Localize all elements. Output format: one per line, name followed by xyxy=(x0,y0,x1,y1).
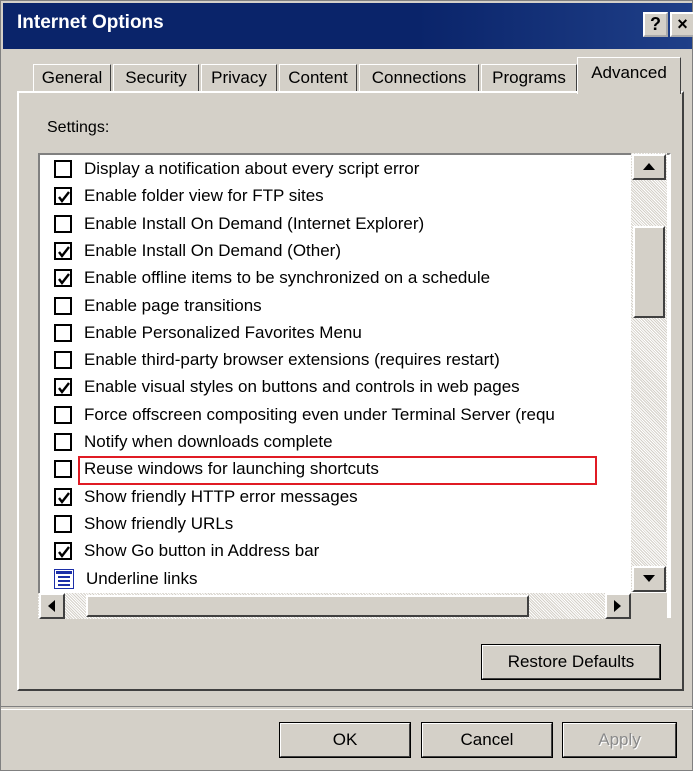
tab-connections[interactable]: Connections xyxy=(359,64,479,92)
horizontal-scroll-thumb[interactable] xyxy=(86,595,529,617)
tab-privacy[interactable]: Privacy xyxy=(201,64,277,92)
settings-item-label: Show friendly HTTP error messages xyxy=(84,486,358,506)
settings-item-label: Notify when downloads complete xyxy=(84,432,333,451)
checkbox[interactable] xyxy=(54,323,72,342)
title-bar[interactable]: Internet Options ? × xyxy=(3,3,693,49)
arrow-up-icon xyxy=(643,163,655,170)
checkbox[interactable] xyxy=(54,460,72,479)
checkmark-icon xyxy=(58,491,70,504)
settings-item[interactable]: Enable page transitions xyxy=(54,294,262,318)
window-title: Internet Options xyxy=(17,12,164,33)
vertical-scrollbar[interactable] xyxy=(631,153,667,592)
checkmark-icon xyxy=(58,546,70,559)
checkmark-icon xyxy=(58,246,70,258)
highlight-box xyxy=(78,456,597,485)
settings-item-label: Show friendly URLs xyxy=(84,513,234,533)
scroll-right-button[interactable] xyxy=(605,593,631,619)
settings-item[interactable]: Enable visual styles on buttons and cont… xyxy=(54,375,520,399)
arrow-right-icon xyxy=(614,600,621,612)
checkmark-icon xyxy=(58,273,70,286)
checkbox[interactable] xyxy=(54,214,72,233)
checkbox[interactable] xyxy=(54,433,72,451)
help-button[interactable]: ? xyxy=(643,12,668,37)
settings-item-label: Enable visual styles on buttons and cont… xyxy=(84,377,520,397)
tab-advanced[interactable]: Advanced xyxy=(577,57,681,94)
settings-item[interactable]: Show friendly URLs xyxy=(54,512,233,536)
settings-item-label: Enable folder view for FTP sites xyxy=(84,186,324,206)
settings-item[interactable]: Enable Personalized Favorites Menu xyxy=(54,321,362,345)
checkbox[interactable] xyxy=(54,487,72,506)
arrow-down-icon xyxy=(643,575,655,582)
settings-item-label: Underline links xyxy=(86,568,198,588)
checkbox[interactable] xyxy=(54,160,72,178)
restore-defaults-button[interactable]: Restore Defaults xyxy=(481,644,661,680)
internet-options-dialog: Internet Options ? × General Security Pr… xyxy=(0,0,693,771)
checkbox[interactable] xyxy=(54,351,72,370)
arrow-left-icon xyxy=(48,600,55,612)
vertical-scroll-thumb[interactable] xyxy=(633,226,665,318)
category-icon xyxy=(54,568,74,589)
settings-item[interactable]: Show Go button in Address bar xyxy=(54,539,319,563)
checkbox[interactable] xyxy=(54,405,72,424)
settings-item-label: Enable Install On Demand (Other) xyxy=(84,240,342,260)
checkbox[interactable] xyxy=(54,542,72,561)
settings-item[interactable]: Show friendly HTTP error messages xyxy=(54,485,358,509)
settings-item[interactable]: Force offscreen compositing even under T… xyxy=(54,403,555,427)
settings-item-label: Enable page transitions xyxy=(84,295,262,315)
tab-general[interactable]: General xyxy=(33,64,111,92)
ok-button[interactable]: OK xyxy=(279,722,411,758)
settings-item-label: Enable third-party browser extensions (r… xyxy=(84,350,500,370)
divider xyxy=(1,706,693,710)
scroll-up-button[interactable] xyxy=(632,154,666,180)
settings-item-label: Enable Personalized Favorites Menu xyxy=(84,322,362,342)
settings-item-label: Force offscreen compositing even under T… xyxy=(84,404,555,424)
checkbox[interactable] xyxy=(54,514,72,533)
tab-security[interactable]: Security xyxy=(113,64,199,92)
scroll-down-button[interactable] xyxy=(632,566,666,592)
settings-item[interactable]: Enable third-party browser extensions (r… xyxy=(54,348,500,372)
settings-item[interactable]: Enable Install On Demand (Other) xyxy=(54,239,341,263)
checkbox[interactable] xyxy=(54,378,72,397)
settings-item[interactable]: Display a notification about every scrip… xyxy=(54,157,419,181)
scroll-left-button[interactable] xyxy=(39,593,65,619)
scrollbar-corner xyxy=(631,593,667,619)
checkbox[interactable] xyxy=(54,269,72,288)
tab-content[interactable]: Content xyxy=(279,64,357,92)
settings-item[interactable]: Underline links xyxy=(54,567,198,591)
settings-item[interactable]: Enable folder view for FTP sites xyxy=(54,184,324,208)
settings-item[interactable]: Enable offline items to be synchronized … xyxy=(54,266,490,290)
tab-programs[interactable]: Programs xyxy=(481,64,577,92)
settings-item-label: Enable offline items to be synchronized … xyxy=(84,268,491,288)
checkbox[interactable] xyxy=(54,296,72,315)
tab-strip: General Security Privacy Content Connect… xyxy=(29,57,684,94)
settings-item-label: Enable Install On Demand (Internet Explo… xyxy=(84,213,425,233)
settings-item[interactable]: Notify when downloads complete xyxy=(54,430,333,454)
checkbox[interactable] xyxy=(54,187,72,206)
checkmark-icon xyxy=(58,382,70,395)
close-button[interactable]: × xyxy=(670,12,693,37)
checkmark-icon xyxy=(58,191,70,204)
checkbox[interactable] xyxy=(54,241,72,260)
settings-item-label: Display a notification about every scrip… xyxy=(84,159,420,178)
settings-label: Settings: xyxy=(47,119,110,136)
cancel-button[interactable]: Cancel xyxy=(421,722,553,758)
settings-item-label: Show Go button in Address bar xyxy=(84,541,320,561)
apply-button[interactable]: Apply xyxy=(562,722,677,758)
settings-item[interactable]: Enable Install On Demand (Internet Explo… xyxy=(54,212,424,236)
